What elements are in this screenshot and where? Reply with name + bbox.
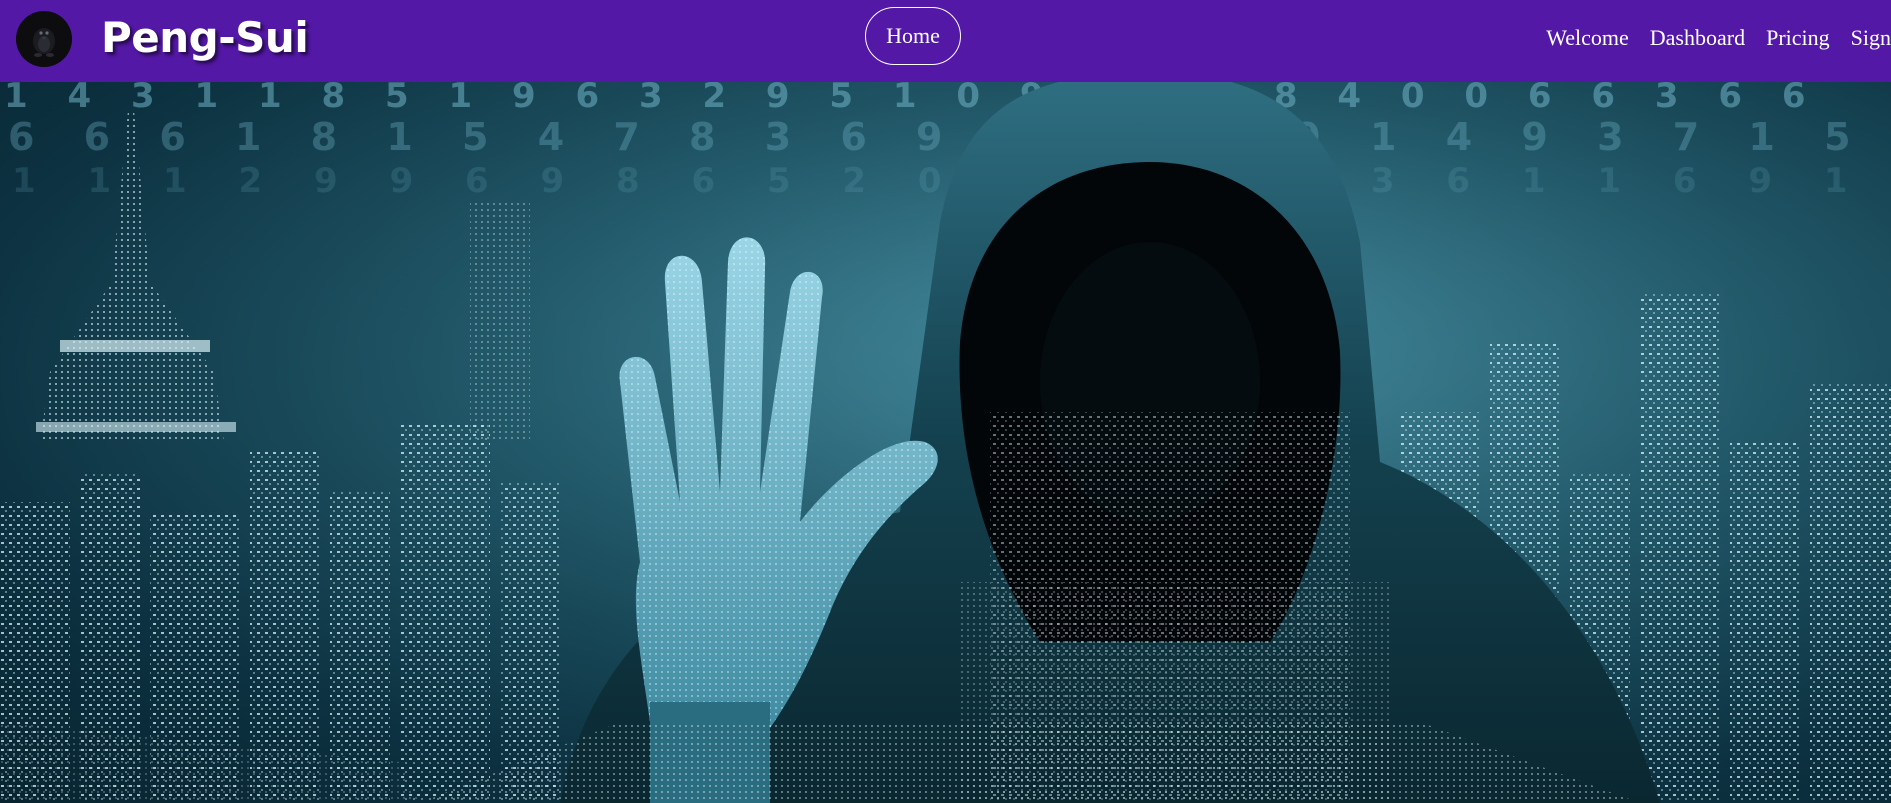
hero-banner-image: 1 4 3 1 1 8 5 1 9 6 3 2 9 5 1 0 9 3 9 0 … [0,82,1891,803]
home-button[interactable]: Home [865,7,961,65]
digit-row-2: 6 6 6 1 8 1 5 4 7 8 3 6 9 0 7 1 6 9 1 4 … [8,115,1891,159]
hacker-illustration: 1 4 3 1 1 8 5 1 9 6 3 2 9 5 1 0 9 3 9 0 … [0,82,1891,803]
nav-link-sign[interactable]: Sign [1851,25,1891,51]
nav-link-dashboard[interactable]: Dashboard [1650,25,1745,51]
digit-row-1: 1 4 3 1 1 8 5 1 9 6 3 2 9 5 1 0 9 3 9 0 … [4,82,1820,116]
brand-title[interactable]: Peng-Sui [101,13,309,63]
nav-links: Welcome Dashboard Pricing Sign [1546,0,1891,75]
nav-link-welcome[interactable]: Welcome [1546,25,1629,51]
penguin-logo-icon[interactable] [16,11,72,67]
nav-link-pricing[interactable]: Pricing [1766,25,1830,51]
top-navbar: Peng-Sui Home Welcome Dashboard Pricing … [0,0,1891,82]
